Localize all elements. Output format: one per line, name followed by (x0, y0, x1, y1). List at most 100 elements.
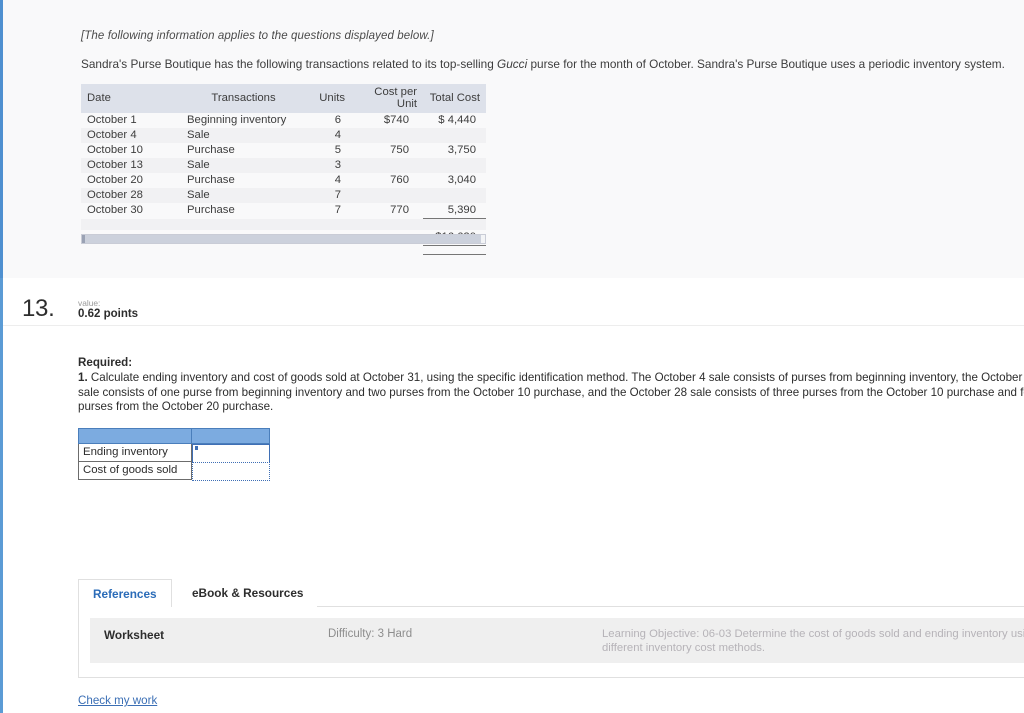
cell-date: October 28 (81, 188, 181, 203)
shared-info-panel: [The following information applies to th… (3, 0, 1024, 278)
cell-total-cost (423, 158, 486, 173)
question-value-label: value: (78, 298, 101, 308)
cell-date: October 1 (87, 114, 137, 126)
worksheet-learning-objective: Learning Objective: 06-03 Determine the … (602, 628, 1024, 654)
col-total-cost: Total Cost (423, 84, 486, 113)
col-cost-per-unit: Cost per Unit (351, 84, 423, 113)
cell-cost-per-unit: $740 (383, 114, 409, 126)
cell-cost-per-unit (351, 158, 423, 173)
transactions-table-scrollbar[interactable] (81, 234, 486, 244)
cell-units: 3 (306, 158, 351, 173)
subtotal-rule (423, 218, 486, 230)
table-row: October 20 Purchase 4 760 3,040 (81, 173, 486, 188)
scrollbar-thumb-edge (82, 235, 85, 243)
tab-references[interactable]: References (78, 579, 172, 607)
input-cell-ending-inventory[interactable] (191, 443, 270, 463)
cell-units: 4 (306, 128, 351, 143)
cell-units: 6 (334, 114, 341, 126)
cell-cost-per-unit (351, 128, 423, 143)
cell-total-cost (423, 188, 486, 203)
cell-units: 7 (334, 204, 341, 217)
check-my-work-link[interactable]: Check my work (78, 694, 157, 707)
input-cell-cost-of-goods-sold[interactable] (191, 461, 270, 481)
answer-table-wrap: Ending inventory Cost of goods sold (78, 428, 270, 481)
question-number: 13. (22, 295, 55, 322)
transactions-table: Date Transactions Units Cost per Unit To… (81, 84, 486, 255)
col-date: Date (81, 84, 181, 113)
required-item-text: Calculate ending inventory and cost of g… (78, 371, 1024, 414)
worksheet-difficulty: Difficulty: 3 Hard (328, 628, 413, 640)
table-spacer-row (81, 218, 486, 230)
spacer-cell (181, 218, 306, 230)
cell-total-cost: 5,390 (447, 204, 476, 216)
spacer-cell (306, 218, 351, 230)
answer-table: Ending inventory Cost of goods sold (78, 428, 270, 481)
tab-ebook-resources-label: eBook & Resources (192, 586, 304, 600)
required-text: 1. Calculate ending inventory and cost o… (78, 371, 1024, 415)
col-transactions: Transactions (181, 84, 306, 113)
cell-transaction: Purchase (187, 144, 235, 156)
table-row: October 30 Purchase 7 770 5,390 (81, 203, 486, 219)
scrollbar-thumb[interactable] (82, 235, 481, 243)
spacer-cell (81, 245, 181, 254)
table-row: October 13 Sale 3 (81, 158, 486, 173)
tab-strip: References eBook & Resources (78, 579, 1024, 607)
table-row: October 4 Sale 4 (81, 128, 486, 143)
cell-total-cost (423, 128, 486, 143)
scenario-text-pre: Sandra's Purse Boutique has the followin… (81, 57, 498, 71)
cell-transaction: Purchase (187, 204, 235, 217)
cell-transaction: Purchase (187, 174, 235, 186)
cell-total-cost: 3,040 (447, 174, 476, 186)
ending-inventory-input[interactable] (192, 444, 270, 463)
question-points: 0.62 points (78, 308, 139, 320)
tab-ebook-resources[interactable]: eBook & Resources (178, 579, 318, 607)
cell-total-cost: 3,750 (447, 144, 476, 156)
total-double-rule (423, 244, 486, 255)
scenario-brand: Gucci (497, 57, 528, 71)
cell-units: 4 (334, 174, 341, 186)
table-row: October 10 Purchase 5 750 3,750 (81, 143, 486, 158)
spacer-cell (181, 245, 306, 254)
cell-transaction: Sale (181, 188, 306, 203)
worksheet-title: Worksheet (104, 628, 165, 642)
transactions-table-wrap: Date Transactions Units Cost per Unit To… (81, 84, 486, 255)
answer-col-value-header (191, 428, 270, 444)
scenario-text-post: purse for the month of October. Sandra's… (527, 57, 1005, 71)
cell-transaction: Sale (181, 128, 306, 143)
cell-transaction: Beginning inventory (187, 114, 287, 126)
cell-cost-per-unit: 750 (390, 144, 409, 156)
cell-cost-per-unit: 770 (390, 204, 409, 217)
required-item-number: 1. (78, 371, 88, 384)
tab-references-label: References (93, 586, 157, 601)
spacer-cell (351, 218, 423, 230)
cell-units: 7 (306, 188, 351, 203)
table-spacer-row (81, 244, 486, 255)
spacer-cell (81, 218, 181, 230)
spacer-cell (351, 245, 423, 254)
cell-transaction: Sale (181, 158, 306, 173)
cell-total-cost: $ 4,440 (438, 114, 476, 126)
cell-date: October 10 (87, 144, 143, 156)
answer-row-cogs: Cost of goods sold (78, 461, 270, 481)
cell-cost-per-unit: 760 (390, 174, 409, 186)
spacer-cell (306, 245, 351, 254)
required-heading: Required: (78, 356, 133, 369)
label-cost-of-goods-sold: Cost of goods sold (78, 461, 192, 480)
text-caret-icon (195, 446, 198, 450)
question-header-band (3, 278, 1024, 326)
cell-date: October 30 (87, 204, 143, 217)
col-units: Units (306, 84, 351, 113)
cost-of-goods-sold-input[interactable] (192, 461, 270, 481)
answer-header-row (78, 428, 270, 444)
cell-date: October 13 (81, 158, 181, 173)
scenario-paragraph: Sandra's Purse Boutique has the followin… (81, 57, 1005, 71)
table-row: October 1 Beginning inventory 6 $740 $ 4… (81, 113, 486, 128)
cell-date: October 20 (87, 174, 143, 186)
answer-row-ending-inventory: Ending inventory (78, 443, 270, 463)
label-ending-inventory: Ending inventory (78, 443, 192, 462)
answer-col-label-header (78, 428, 192, 444)
table-row: October 28 Sale 7 (81, 188, 486, 203)
table-header-row: Date Transactions Units Cost per Unit To… (81, 84, 486, 113)
cell-units: 5 (334, 144, 341, 156)
page-root: [The following information applies to th… (0, 0, 1024, 713)
